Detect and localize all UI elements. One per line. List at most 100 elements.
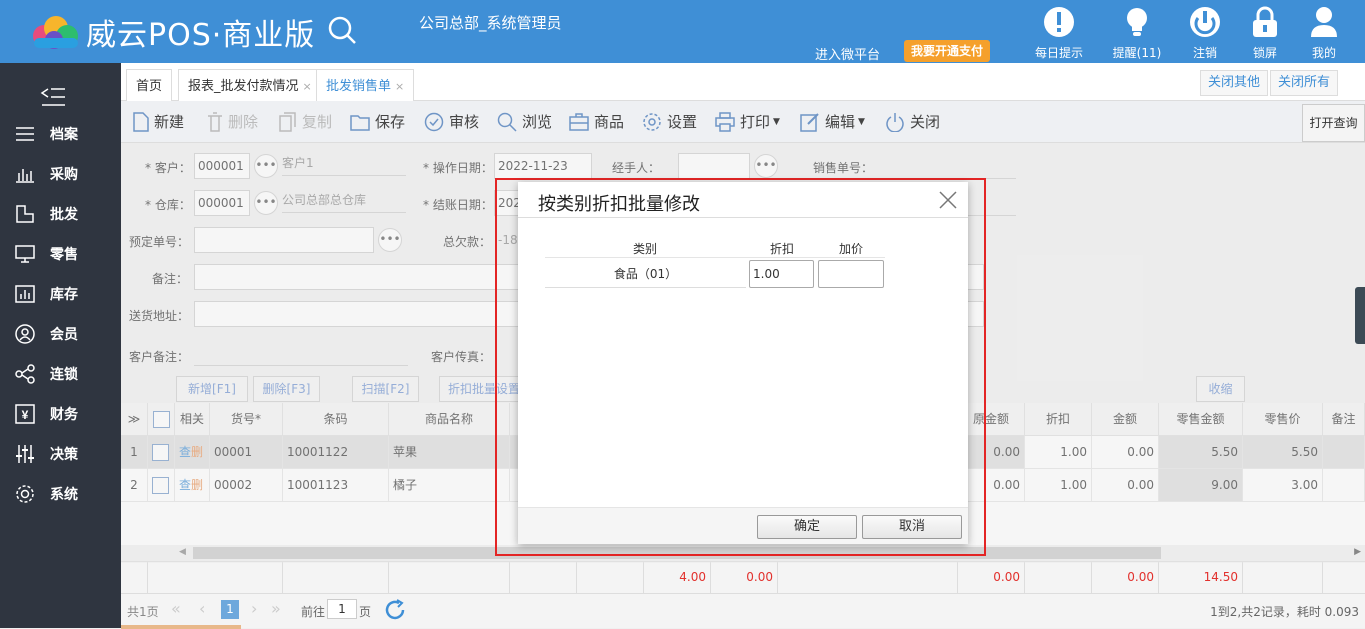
search-icon[interactable] [327,14,359,46]
open-query-button[interactable]: 打开查询 [1302,104,1365,142]
toolbar: 新建 删除 复制 保存 审核 浏览 商品 设置 打印 ▼ 编辑 ▼ 关闭 打开查询 [121,101,1365,143]
sum-value: 0.00 [711,562,778,594]
sum-orig-amount: 0.00 [958,562,1025,594]
copy-button[interactable]: 复制 [279,111,332,132]
gear-icon [16,485,34,503]
printer-icon [715,111,735,132]
dialog-footer: 确定 取消 [518,507,968,544]
trash-icon [208,111,222,132]
delete-button[interactable]: 删除 [207,111,258,132]
close-all-button[interactable]: 关闭所有 [1270,70,1339,96]
audit-button[interactable]: 审核 [424,111,479,132]
settings-button[interactable]: 设置 [642,111,697,132]
discount-input[interactable]: 1.00 [749,260,814,288]
sidebar-item-label: 零售 [50,247,78,263]
close-icon[interactable]: × [395,80,404,93]
blocks-icon [16,205,34,223]
goto-page-input[interactable]: 1 [327,599,357,619]
sum-cell [121,562,148,594]
cancel-button[interactable]: 取消 [862,515,962,539]
copy-label: 复制 [302,113,333,131]
summary-row: 4.00 0.00 0.00 0.00 14.50 [121,561,1365,594]
col-category-header: 类别 [633,242,658,256]
lock-screen-label: 锁屏 [1252,46,1277,60]
col-discount-header: 折扣 [770,242,795,256]
caret-down-icon: ▼ [858,116,865,127]
save-label: 保存 [375,113,406,131]
close-button[interactable]: 关闭 [885,111,940,132]
goods-label: 商品 [594,113,625,131]
daily-tip-button[interactable]: 每日提示 [1029,6,1089,61]
tab-home[interactable]: 首页 [126,69,173,102]
goto-label: 前往 [301,605,326,619]
daily-tip-label: 每日提示 [1034,46,1083,60]
sidebar-item-wholesale[interactable]: 批发 [0,194,121,234]
sidebar-item-finance[interactable]: ¥ 财务 [0,394,121,434]
browse-button[interactable]: 浏览 [497,111,552,132]
open-payment-button[interactable]: 我要开通支付 [904,40,991,62]
save-button[interactable]: 保存 [350,111,405,132]
tab-label: 批发销售单 [326,79,392,94]
micro-platform-link[interactable]: 进入微平台 [815,44,880,63]
close-icon[interactable]: × [303,80,312,93]
sidebar: 档案 采购 批发 零售 库存 会员 连锁 ¥ 财务 决策 系统 [0,63,121,628]
sidebar-item-label: 会员 [50,327,78,343]
logout-button[interactable]: 注销 [1175,6,1235,61]
print-label: 打印 [740,113,771,131]
close-icon[interactable] [939,191,957,209]
brand-logo: 威云POS·商业版 [28,10,315,54]
tab-wholesale-payment-report[interactable]: 报表_批发付款情况 × [178,69,322,102]
sidebar-item-system[interactable]: 系统 [0,474,121,514]
prev-page-icon[interactable]: ‹ [199,599,205,618]
list-icon [16,127,34,141]
tab-label: 报表_批发付款情况 [188,79,299,94]
sidebar-item-member[interactable]: 会员 [0,314,121,354]
sidebar-item-archive[interactable]: 档案 [0,114,121,154]
reminder-button[interactable]: 提醒(11) [1107,6,1167,61]
new-label: 新建 [154,113,185,131]
power-icon [1190,7,1220,37]
tab-wholesale-sales-order[interactable]: 批发销售单 × [316,69,415,102]
close-others-button[interactable]: 关闭其他 [1200,70,1269,96]
sidebar-item-label: 连锁 [50,367,78,383]
sum-qty: 4.00 [644,562,711,594]
caret-down-icon: ▼ [773,116,780,127]
category-cell: 食品（01） [545,260,746,288]
right-edge-handle[interactable] [1355,287,1365,344]
next-page-icon[interactable]: › [251,599,257,618]
delete-label: 删除 [228,113,259,131]
sum-cell [1025,562,1092,594]
sidebar-item-label: 财务 [50,407,78,423]
edit-label: 编辑 [825,113,856,131]
total-pages: 共1页 [127,605,159,619]
confirm-button[interactable]: 确定 [757,515,857,539]
yen-icon: ¥ [15,404,35,424]
sidebar-item-decision[interactable]: 决策 [0,434,121,474]
first-page-icon[interactable]: « [171,599,181,618]
sidebar-item-purchase[interactable]: 采购 [0,154,121,194]
print-button[interactable]: 打印 ▼ [715,111,780,132]
sidebar-item-label: 档案 [50,127,78,143]
my-account-button[interactable]: 我的 [1294,6,1354,61]
sidebar-item-inventory[interactable]: 库存 [0,274,121,314]
search-icon [497,112,517,132]
new-button[interactable]: 新建 [133,111,184,132]
lock-screen-button[interactable]: 锁屏 [1235,6,1295,61]
sum-cell [510,562,577,594]
bar-chart-icon [16,169,34,183]
bulb-icon [1127,8,1147,36]
sum-cell [577,562,644,594]
my-account-label: 我的 [1311,46,1336,60]
audit-label: 审核 [449,113,480,131]
sidebar-item-chain[interactable]: 连锁 [0,354,121,394]
refresh-icon[interactable] [383,598,407,622]
sidebar-item-retail[interactable]: 零售 [0,234,121,274]
edit-button[interactable]: 编辑 ▼ [800,111,865,132]
current-page[interactable]: 1 [221,600,239,619]
collapse-menu-icon[interactable] [40,85,66,107]
last-page-icon[interactable]: » [271,599,281,618]
markup-input[interactable] [818,260,884,288]
discount-batch-dialog: 按类别折扣批量修改 类别 折扣 加价 食品（01） 1.00 确定 取消 [518,182,968,544]
member-icon [15,324,35,344]
goods-button[interactable]: 商品 [569,111,624,132]
